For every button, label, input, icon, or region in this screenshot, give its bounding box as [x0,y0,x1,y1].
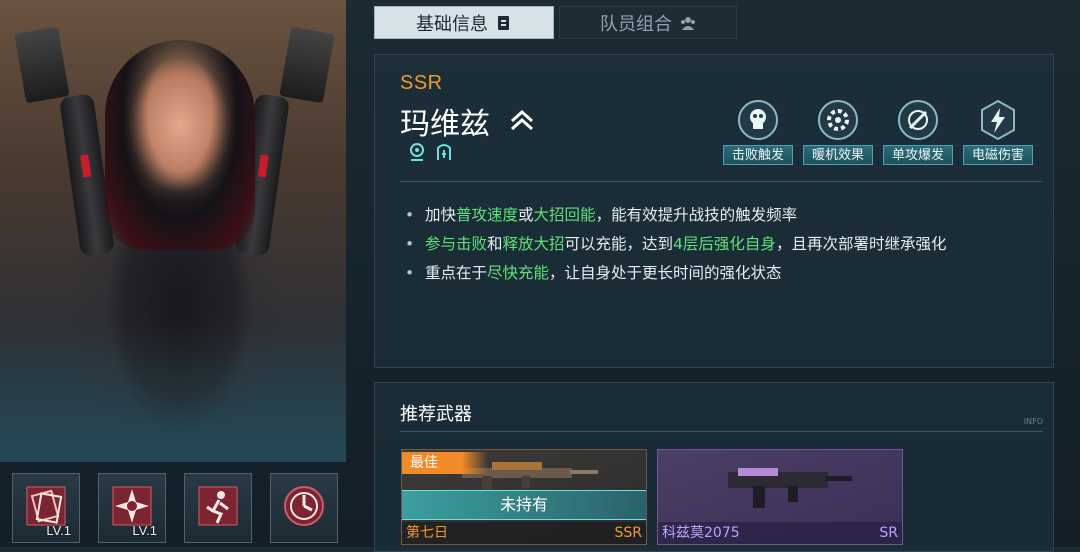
weapons-divider [400,431,1043,432]
info-hint: INFO [1023,417,1043,426]
gear-heat-icon [818,100,858,140]
weapon-name: 科兹莫2075 [662,525,740,541]
tab-basic-info[interactable]: 基础信息 [374,6,554,39]
skill-slot-4[interactable] [270,473,338,543]
shield-a-icon [437,144,451,160]
tab-basic-info-label: 基础信息 [416,13,488,35]
skill-bar: LV.1 LV.1 [0,470,346,547]
skill-slot-3[interactable] [184,473,252,543]
recommended-weapons-title: 推荐武器 [400,404,472,425]
weapon-card-second[interactable]: 科兹莫2075 SR [657,449,903,545]
document-icon [498,15,509,30]
smg-image [728,468,852,508]
description-line-3: • 重点在于尽快充能，让自身处于更长时间的强化状态 [405,264,782,282]
character-rarity: SSR [400,72,443,94]
skill-level: LV.1 [132,523,157,538]
character-name: 玛维兹 [400,107,490,142]
team-icon [681,16,695,30]
best-badge: 最佳 [402,452,488,474]
description-line-2: • 参与击败和释放大招可以充能，达到4层后强化自身，且再次部署时继承强化 [405,235,947,253]
tab-team[interactable]: 队员组合 [559,6,737,39]
tag-defeat-trigger[interactable]: 击败触发 [723,95,793,165]
tag-label: 单攻爆发 [883,145,953,165]
description-line-1: • 加快普攻速度或大招回能，能有效提升战技的触发频率 [405,206,798,224]
weapon-rarity: SR [879,525,898,541]
character-description: • 加快普攻速度或大招回能，能有效提升战技的触发频率 • 参与击败和释放大招可以充能… [405,201,946,288]
skill-slot-1[interactable]: LV.1 [12,473,80,543]
character-hair [105,40,255,250]
weapon-footer: 第七日 SSR [402,522,646,544]
lightning-icon [981,99,1015,141]
skill-level: LV.1 [46,523,71,538]
pistol-left [14,26,70,104]
tag-label: 暖机效果 [803,145,873,165]
character-portrait [0,0,346,462]
character-info-panel: SSR 玛维兹 击败触发 暖机效果 单攻爆发 电磁伤害 • 加快普攻速度或大招回… [374,54,1054,368]
chevron-up-double-icon [510,109,534,131]
tag-single-burst[interactable]: 单攻爆发 [883,95,953,165]
target-slash-icon [898,100,938,140]
skill-slot-2[interactable]: LV.1 [98,473,166,543]
timer-dial-icon [284,486,324,526]
tag-em-damage[interactable]: 电磁伤害 [963,95,1033,165]
tag-label: 击败触发 [723,145,793,165]
weapon-name: 第七日 [406,525,448,541]
recommended-weapons-panel: 推荐武器 INFO 最佳 未持有 第七日 SSR 科兹莫2075 SR [374,382,1054,552]
pistol-right [279,26,335,104]
skull-icon [738,100,778,140]
not-owned-status: 未持有 [402,490,646,520]
radar-pin-icon [410,143,424,161]
tag-label: 电磁伤害 [963,145,1033,165]
tag-warmup-effect[interactable]: 暖机效果 [803,95,873,165]
weapon-footer: 科兹莫2075 SR [658,522,902,544]
weapon-rarity: SSR [614,525,642,541]
info-divider [400,181,1043,182]
trait-tags: 击败触发 暖机效果 单攻爆发 电磁伤害 [723,95,1043,165]
figure-dash-icon [198,486,238,526]
tab-team-label: 队员组合 [600,13,672,35]
weapon-card-best[interactable]: 最佳 未持有 第七日 SSR [401,449,647,545]
